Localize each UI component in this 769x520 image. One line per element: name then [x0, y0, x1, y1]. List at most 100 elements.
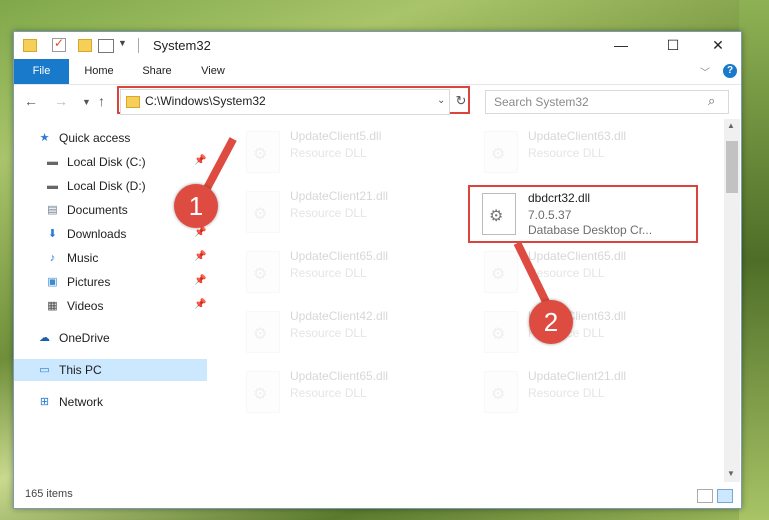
- pictures-icon: ▣: [47, 276, 58, 288]
- file-name: UpdateClient65.dll: [528, 249, 627, 263]
- file-item[interactable]: ⚙ UpdateClient63.dll Resource DLL: [476, 307, 696, 357]
- file-item[interactable]: ⚙ UpdateClient42.dll Resource DLL: [238, 307, 458, 357]
- file-explorer-window: ▼ System32 — ☐ ✕ File Home Share View ﹀ …: [13, 31, 742, 509]
- drive-icon: ▬: [47, 180, 58, 192]
- cloud-icon: ☁: [39, 332, 50, 344]
- sidebar-item-local-disk-c[interactable]: ▬ Local Disk (C:) 📌: [14, 151, 207, 173]
- tiles-view-icon[interactable]: [717, 489, 733, 503]
- file-name: UpdateClient63.dll: [528, 129, 627, 143]
- title-divider: [138, 38, 139, 53]
- title-bar: ▼ System32 — ☐ ✕: [14, 32, 741, 59]
- address-bar[interactable]: C:\Windows\System32 ⌄: [120, 89, 450, 115]
- pin-icon[interactable]: 📌: [194, 227, 206, 238]
- quick-access-customize-icon[interactable]: [98, 39, 114, 53]
- up-arrow-icon[interactable]: ↑: [98, 93, 105, 109]
- tab-share[interactable]: Share: [132, 59, 182, 84]
- scrollbar-thumb[interactable]: [726, 141, 738, 193]
- ribbon-tabs: File Home Share View ﹀ ?: [14, 59, 741, 85]
- folder-icon: [126, 96, 140, 108]
- folder-icon[interactable]: [23, 39, 37, 52]
- forward-arrow-icon[interactable]: →: [54, 93, 68, 109]
- expand-ribbon-icon[interactable]: ﹀: [700, 64, 710, 79]
- file-name: UpdateClient42.dll: [290, 309, 389, 323]
- file-type: Resource DLL: [290, 206, 367, 220]
- dll-file-icon: ⚙: [246, 191, 280, 233]
- navigation-pane: ★ Quick access ▬ Local Disk (C:) 📌 ▬ Loc…: [14, 127, 207, 480]
- file-name: dbdcrt32.dll: [528, 191, 591, 205]
- sidebar-item-label: Documents: [67, 203, 128, 217]
- back-arrow-icon[interactable]: ←: [24, 93, 38, 109]
- network-icon: ⊞: [39, 396, 50, 408]
- pin-icon[interactable]: 📌: [194, 251, 206, 262]
- close-button[interactable]: ✕: [695, 32, 741, 59]
- file-name: UpdateClient21.dll: [290, 189, 389, 203]
- videos-icon: ▦: [47, 300, 58, 312]
- music-icon: ♪: [49, 252, 56, 264]
- file-list: ⚙ UpdateClient5.dll Resource DLL ⚙ Updat…: [222, 119, 724, 482]
- sidebar-item-label: Downloads: [67, 227, 127, 241]
- refresh-icon[interactable]: ↻: [452, 93, 470, 111]
- tab-view[interactable]: View: [188, 59, 238, 84]
- file-item[interactable]: ⚙ UpdateClient63.dll Resource DLL: [476, 127, 696, 177]
- properties-check-icon[interactable]: [52, 36, 66, 52]
- sidebar-item-label: This PC: [59, 363, 102, 377]
- chevron-down-icon[interactable]: ⌄: [437, 95, 445, 106]
- tab-file[interactable]: File: [14, 59, 69, 84]
- dll-file-icon: ⚙: [246, 311, 280, 353]
- pin-icon[interactable]: 📌: [194, 275, 206, 286]
- recent-locations-icon[interactable]: ▼: [82, 97, 91, 107]
- navigation-bar: ← → ▼ ↑ C:\Windows\System32 ⌄ ↻ Search S…: [14, 85, 741, 119]
- sidebar-item-label: Videos: [67, 299, 104, 313]
- dll-file-icon: ⚙: [484, 311, 518, 353]
- search-icon[interactable]: ⌕: [708, 93, 715, 109]
- file-item[interactable]: ⚙ UpdateClient21.dll Resource DLL: [476, 367, 696, 417]
- scroll-down-icon[interactable]: ▼: [727, 469, 735, 478]
- sidebar-item-label: Pictures: [67, 275, 111, 289]
- dll-file-icon: ⚙: [484, 131, 518, 173]
- file-item[interactable]: ⚙ UpdateClient65.dll Resource DLL: [476, 247, 696, 297]
- sidebar-item-this-pc[interactable]: ▭ This PC: [14, 359, 207, 381]
- maximize-button[interactable]: ☐: [650, 32, 696, 59]
- vertical-scrollbar[interactable]: ▲ ▼: [724, 119, 740, 482]
- chevron-down-icon[interactable]: ▼: [118, 38, 127, 48]
- help-icon[interactable]: ?: [723, 64, 737, 78]
- address-path[interactable]: C:\Windows\System32: [145, 94, 266, 108]
- pc-icon: ▭: [39, 364, 50, 376]
- details-view-icon[interactable]: [697, 489, 713, 503]
- pin-icon[interactable]: 📌: [194, 299, 206, 310]
- star-icon: ★: [39, 132, 50, 144]
- sidebar-item-downloads[interactable]: ⬇ Downloads 📌: [14, 223, 207, 245]
- file-description: Database Desktop Cr...: [528, 223, 653, 237]
- new-folder-icon[interactable]: [78, 39, 92, 52]
- minimize-button[interactable]: —: [598, 32, 644, 59]
- file-type: Resource DLL: [290, 146, 367, 160]
- sidebar-item-label: OneDrive: [59, 331, 110, 345]
- file-name: UpdateClient65.dll: [290, 369, 389, 383]
- file-name: UpdateClient5.dll: [290, 129, 382, 143]
- sidebar-item-label: Local Disk (C:): [67, 155, 146, 169]
- sidebar-item-network[interactable]: ⊞ Network: [14, 391, 207, 413]
- file-item[interactable]: ⚙ UpdateClient5.dll Resource DLL: [238, 127, 458, 177]
- dll-file-icon: ⚙: [246, 131, 280, 173]
- dll-file-icon: ⚙: [482, 193, 516, 235]
- pin-icon[interactable]: 📌: [194, 155, 206, 166]
- sidebar-item-pictures[interactable]: ▣ Pictures 📌: [14, 271, 207, 293]
- file-type: Resource DLL: [290, 266, 367, 280]
- sidebar-item-quick-access[interactable]: ★ Quick access: [14, 127, 207, 149]
- sidebar-item-music[interactable]: ♪ Music 📌: [14, 247, 207, 269]
- file-item[interactable]: ⚙ UpdateClient65.dll Resource DLL: [238, 247, 458, 297]
- search-input[interactable]: Search System32 ⌕: [485, 90, 729, 114]
- file-item-selected[interactable]: ⚙ dbdcrt32.dll 7.0.5.37 Database Desktop…: [468, 185, 698, 243]
- dll-file-icon: ⚙: [484, 371, 518, 413]
- file-item[interactable]: ⚙ UpdateClient65.dll Resource DLL: [238, 367, 458, 417]
- file-type: Resource DLL: [290, 326, 367, 340]
- sidebar-item-label: Quick access: [59, 131, 131, 145]
- drive-icon: ▬: [47, 156, 58, 168]
- item-count: 165 items: [25, 488, 73, 500]
- scroll-up-icon[interactable]: ▲: [727, 121, 735, 130]
- sidebar-item-videos[interactable]: ▦ Videos 📌: [14, 295, 207, 317]
- tab-home[interactable]: Home: [74, 59, 124, 84]
- sidebar-item-onedrive[interactable]: ☁ OneDrive: [14, 327, 207, 349]
- dll-file-icon: ⚙: [246, 251, 280, 293]
- file-item[interactable]: ⚙ UpdateClient21.dll Resource DLL: [238, 187, 458, 237]
